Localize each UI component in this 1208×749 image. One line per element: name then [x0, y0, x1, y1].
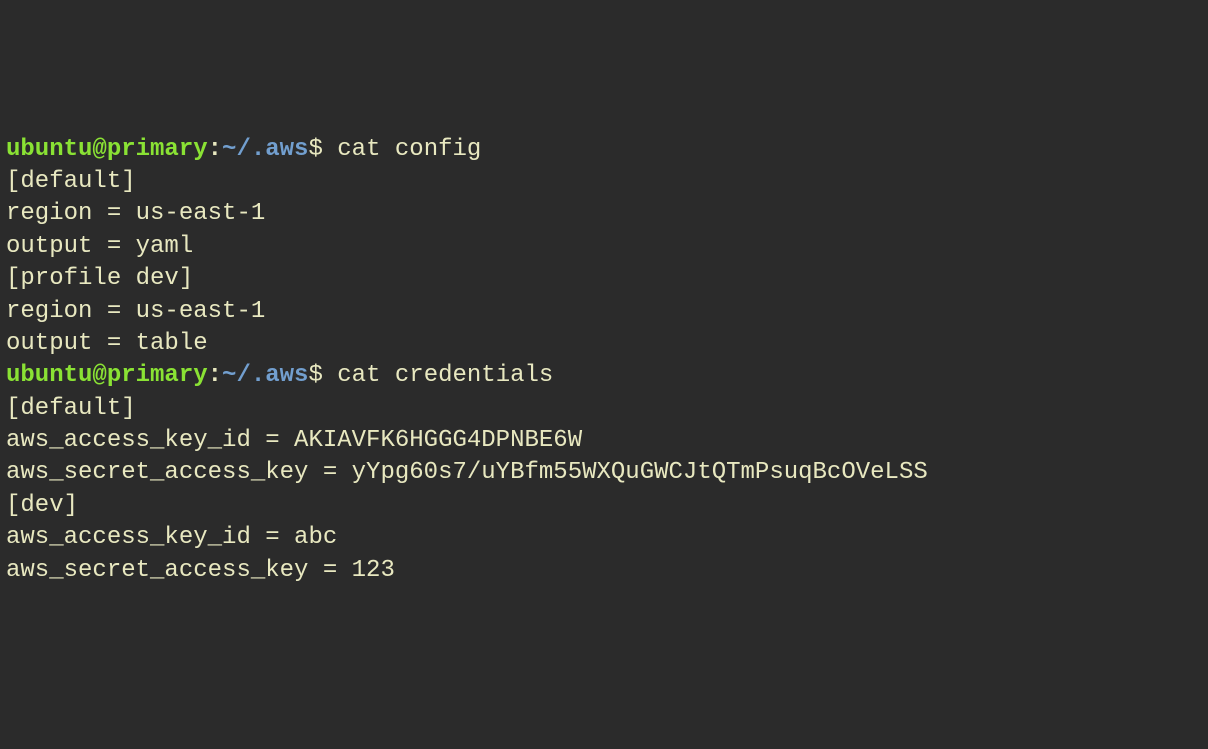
output-line: [default] — [6, 393, 1202, 425]
prompt-colon: : — [208, 136, 222, 163]
output-line: [dev] — [6, 490, 1202, 522]
prompt-line-2: ubuntu@primary:~/.aws$ cat credentials — [6, 360, 1202, 392]
command-text: cat credentials — [337, 362, 553, 389]
output-line: output = yaml — [6, 231, 1202, 263]
output-line: region = us-east-1 — [6, 296, 1202, 328]
output-line: [default] — [6, 166, 1202, 198]
prompt-colon: : — [208, 362, 222, 389]
output-line: [profile dev] — [6, 263, 1202, 295]
prompt-dollar: $ — [308, 136, 337, 163]
output-line: aws_access_key_id = abc — [6, 522, 1202, 554]
terminal-output[interactable]: ubuntu@primary:~/.aws$ cat config[defaul… — [6, 134, 1202, 587]
prompt-dollar: $ — [308, 362, 337, 389]
prompt-path: ~/.aws — [222, 362, 308, 389]
command-text: cat config — [337, 136, 481, 163]
output-line: output = table — [6, 328, 1202, 360]
output-line: aws_secret_access_key = yYpg60s7/uYBfm55… — [6, 457, 1202, 489]
output-line: aws_secret_access_key = 123 — [6, 555, 1202, 587]
prompt-line-1: ubuntu@primary:~/.aws$ cat config — [6, 134, 1202, 166]
prompt-user: ubuntu@primary — [6, 362, 208, 389]
prompt-user: ubuntu@primary — [6, 136, 208, 163]
prompt-path: ~/.aws — [222, 136, 308, 163]
output-line: region = us-east-1 — [6, 198, 1202, 230]
output-line: aws_access_key_id = AKIAVFK6HGGG4DPNBE6W — [6, 425, 1202, 457]
